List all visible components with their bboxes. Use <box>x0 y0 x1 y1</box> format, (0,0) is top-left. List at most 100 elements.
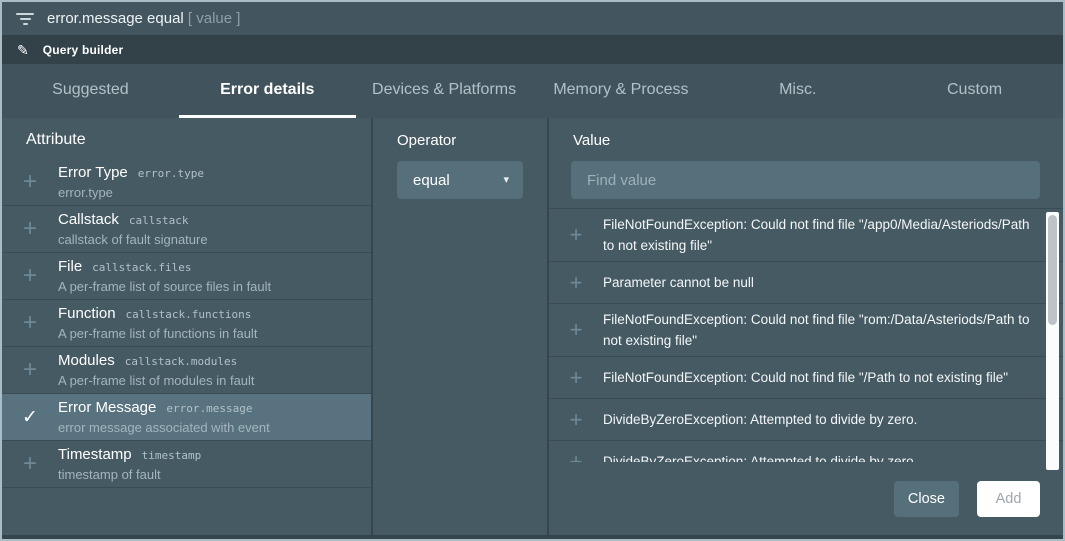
attribute-row[interactable]: +Modulescallstack.modulesA per-frame lis… <box>2 347 371 394</box>
attribute-code: error.message <box>166 402 252 415</box>
add-button[interactable]: Add <box>977 481 1040 517</box>
attribute-row[interactable]: ✓Error Message error.message error message… <box>2 394 371 441</box>
attribute-code: error.type <box>138 167 204 180</box>
edit-pencil-icon: ✎ <box>17 43 29 57</box>
scrollbar-thumb[interactable] <box>1048 215 1057 325</box>
attribute-row-title: File callstack.files <box>58 256 361 277</box>
category-tabs: SuggestedError detailsDevices & Platform… <box>2 64 1063 118</box>
value-row[interactable]: +DivideByZeroException: Attempted to div… <box>549 441 1063 462</box>
chevron-down-icon: ▾ <box>503 175 509 186</box>
attribute-row-title: Modules callstack.modules <box>58 350 361 371</box>
query-summary-text: error.message equal <box>47 10 184 27</box>
attribute-row-content: Error Typeerror.typeerror.type <box>58 162 371 202</box>
attribute-row[interactable]: +File callstack.files A per-frame list of … <box>2 253 371 300</box>
value-row[interactable]: +Parameter cannot be null <box>549 262 1063 304</box>
plus-icon[interactable]: + <box>2 264 58 288</box>
query-value-placeholder: [ value ] <box>188 10 241 27</box>
attribute-name: Function <box>58 303 116 324</box>
attribute-row-title: Callstack callstack <box>58 209 361 230</box>
attribute-name: Callstack <box>58 209 119 230</box>
attribute-description: error.type <box>58 183 361 202</box>
plus-icon[interactable]: + <box>549 451 603 463</box>
attribute-row-content: Callstack callstack callstack of fault sig… <box>58 209 371 249</box>
value-row[interactable]: +FileNotFoundException: Could not find f… <box>549 304 1063 357</box>
attribute-name: File <box>58 256 82 277</box>
attribute-description: callstack of fault signature <box>58 230 361 249</box>
attribute-description: A per-frame list of functions in fault <box>58 324 361 343</box>
query-builder-label: Query builder <box>43 43 124 57</box>
plus-icon[interactable]: + <box>2 452 58 476</box>
attribute-name: Modules <box>58 350 115 371</box>
dialog-footer: Close Add <box>549 462 1063 535</box>
attribute-description: A per-frame list of source files in faul… <box>58 277 361 296</box>
attribute-row[interactable]: +Timestamp timestamp timestamp of fault <box>2 441 371 488</box>
operator-panel: Operator equal ▾ <box>373 118 549 535</box>
attribute-row[interactable]: +Callstack callstack callstack of fault si… <box>2 206 371 253</box>
operator-dropdown[interactable]: equal ▾ <box>397 161 523 199</box>
attribute-code: callstack.modules <box>125 355 238 368</box>
query-builder-header: ✎ Query builder <box>2 35 1063 64</box>
plus-icon[interactable]: + <box>549 367 603 389</box>
filter-icon <box>16 13 34 25</box>
value-text: FileNotFoundException: Could not find fi… <box>603 214 1040 256</box>
value-header: Value <box>549 118 1063 149</box>
value-list: +FileNotFoundException: Could not find f… <box>549 208 1063 462</box>
value-text: DivideByZeroException: Attempted to divi… <box>603 451 914 462</box>
attribute-description: error message associated with event <box>58 418 361 437</box>
attribute-row-title: Error Message error.message <box>58 397 361 418</box>
attribute-row-content: File callstack.files A per-frame list of s… <box>58 256 371 296</box>
title-bar: error.message equal [ value ] <box>2 2 1063 35</box>
check-icon[interactable]: ✓ <box>2 408 58 427</box>
find-value-input[interactable] <box>571 161 1040 199</box>
bottom-edge <box>2 535 1063 539</box>
close-button[interactable]: Close <box>894 481 959 517</box>
plus-icon[interactable]: + <box>549 272 603 294</box>
attribute-code: callstack <box>129 214 189 227</box>
value-row[interactable]: +DivideByZeroException: Attempted to div… <box>549 399 1063 441</box>
tab-misc[interactable]: Misc. <box>709 64 886 118</box>
attribute-panel: Attribute +Error Typeerror.typeerror.typ… <box>2 118 373 535</box>
attribute-row-title: Function callstack.functions <box>58 303 361 324</box>
attribute-list: +Error Typeerror.typeerror.type+Callstac… <box>2 159 371 488</box>
attribute-description: timestamp of fault <box>58 465 361 484</box>
value-list-scrollbar[interactable] <box>1046 212 1059 470</box>
value-panel: Value +FileNotFoundException: Could not … <box>549 118 1063 535</box>
attribute-row[interactable]: +Error Typeerror.typeerror.type <box>2 159 371 206</box>
attribute-row-content: Function callstack.functions A per-frame l… <box>58 303 371 343</box>
plus-icon[interactable]: + <box>549 319 603 341</box>
plus-icon[interactable]: + <box>549 224 603 246</box>
attribute-row-title: Timestamp timestamp <box>58 444 361 465</box>
attribute-header: Attribute <box>2 118 371 159</box>
attribute-name: Timestamp <box>58 444 132 465</box>
attribute-row-content: Timestamp timestamp timestamp of fault <box>58 444 371 484</box>
value-text: FileNotFoundException: Could not find fi… <box>603 367 1008 388</box>
attribute-name: Error Message <box>58 397 156 418</box>
plus-icon[interactable]: + <box>2 217 58 241</box>
tab-suggested[interactable]: Suggested <box>2 64 179 118</box>
query-summary: error.message equal [ value ] <box>47 10 240 27</box>
value-text: FileNotFoundException: Could not find fi… <box>603 309 1040 351</box>
plus-icon[interactable]: + <box>2 358 58 382</box>
plus-icon[interactable]: + <box>2 311 58 335</box>
value-row[interactable]: +FileNotFoundException: Could not find f… <box>549 357 1063 399</box>
query-builder-dialog: error.message equal [ value ] ✎ Query bu… <box>0 0 1065 541</box>
tab-error-details[interactable]: Error details <box>179 64 356 118</box>
attribute-row-content: Error Message error.message error message … <box>58 397 371 437</box>
operator-header: Operator <box>373 118 547 149</box>
builder-content: Attribute +Error Typeerror.typeerror.typ… <box>2 118 1063 535</box>
tab-memory-process[interactable]: Memory & Process <box>532 64 709 118</box>
attribute-code: callstack.functions <box>126 308 252 321</box>
plus-icon[interactable]: + <box>549 409 603 431</box>
tab-devices-platforms[interactable]: Devices & Platforms <box>356 64 533 118</box>
value-text: Parameter cannot be null <box>603 272 754 293</box>
attribute-row-title: Error Type error.type <box>58 162 361 183</box>
value-row[interactable]: +FileNotFoundException: Could not find f… <box>549 209 1063 262</box>
attribute-row[interactable]: +Function callstack.functions A per-frame … <box>2 300 371 347</box>
tab-custom[interactable]: Custom <box>886 64 1063 118</box>
operator-selected-value: equal <box>413 172 450 189</box>
attribute-code: timestamp <box>142 449 202 462</box>
plus-icon[interactable]: + <box>2 170 58 194</box>
attribute-code: callstack.files <box>92 261 191 274</box>
attribute-row-content: Modulescallstack.modulesA per-frame list… <box>58 350 371 390</box>
attribute-name: Error Type <box>58 162 128 183</box>
